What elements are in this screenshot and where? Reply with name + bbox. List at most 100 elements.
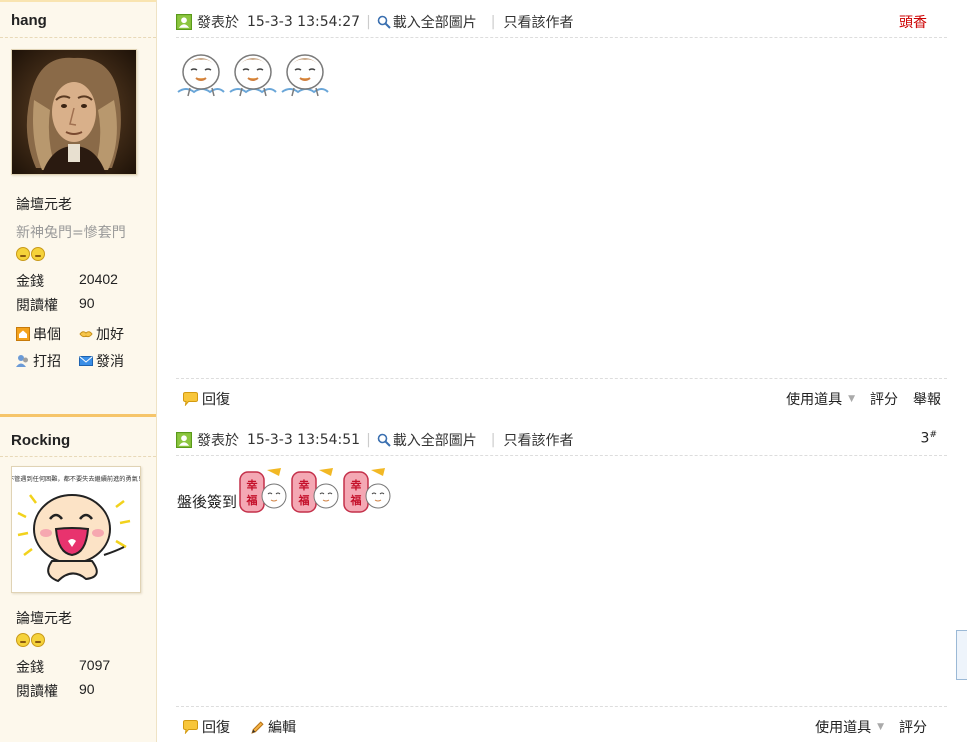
only-author-link[interactable]: 只看該作者 [504,12,574,32]
magnifier-icon [377,433,391,447]
medal-icons [16,633,45,647]
avatar[interactable] [11,49,137,175]
only-author-link[interactable]: 只看該作者 [504,430,574,450]
fortune-bird-emoticon-image: 幸 福 [239,468,287,513]
speech-bubble-icon [183,720,198,734]
avatar-portrait-image [12,50,136,174]
stat-value-money: 20402 [79,271,118,287]
floor-label[interactable]: 頭香 [899,12,927,32]
add-friend-label: 加好 [96,327,124,343]
post-1: hang 論壇元老 新神兔門=慘套門 金錢 20402 閱讀權 90 串個 加好… [0,0,967,414]
fortune-emoticons: 幸 福 幸 福 幸 福 [237,464,391,516]
caret-down-icon: ▼ [877,722,884,732]
home-label: 串個 [33,327,61,343]
floor-label[interactable]: 3# [921,430,937,447]
smiley-medal-icon [31,247,45,261]
smiley-medal-icon [16,247,30,261]
post-body-text: 盤後簽到 [177,493,238,511]
stat-label-money: 金錢 [16,660,44,676]
post-top-border [0,414,156,417]
user-custom-title: 新神兔門=慘套門 [16,225,126,241]
edit-button[interactable]: 編輯 [250,717,296,737]
stat-label-read-perm: 閱讀權 [16,684,58,700]
divider [176,706,947,707]
use-tools-label: 使用道具 [786,392,843,408]
posted-prefix: 發表於 [197,15,239,31]
fortune-char-2: 福 [298,493,310,507]
reply-button[interactable]: 回復 [182,389,230,409]
message-label: 發消 [96,354,124,370]
fortune-bird-emoticon-image: 幸 福 [291,468,339,513]
stat-label-money: 金錢 [16,274,44,290]
home-link[interactable]: 串個 [16,324,61,344]
smiley-medal-icon [16,633,30,647]
user-rank: 論壇元老 [16,611,72,627]
smiley-medal-icon [31,633,45,647]
divider [176,37,947,38]
user-online-icon [176,432,192,448]
load-images-link[interactable]: 載入全部圖片 [377,12,477,32]
user-online-icon [176,14,192,30]
reply-label: 回復 [202,720,230,736]
fortune-char-2: 福 [350,493,362,507]
back-to-top-tab[interactable] [956,630,967,680]
report-button[interactable]: 舉報 [913,389,941,409]
magnifier-icon [377,15,391,29]
stat-value-money: 7097 [79,657,111,673]
post-footer-right: 使用道具 ▼ 評分 舉報 [786,389,941,409]
envelope-icon [79,356,93,366]
avatar-caption: 不管遇到任何困難，都不要失去繼續前進的勇氣！ [12,475,140,483]
handshake-icon [79,331,93,338]
meta-separator: | [366,14,371,30]
author-sidebar: hang 論壇元老 新神兔門=慘套門 金錢 20402 閱讀權 90 串個 加好… [0,0,157,414]
medal-icons [16,247,45,261]
meta-separator: | [490,14,496,30]
divider [176,378,947,379]
add-friend-link[interactable]: 加好 [79,324,124,344]
post-content: 發表於 15-3-3 13:54:51 | 載入全部圖片 | 只看該作者 3# … [157,414,967,742]
fortune-char-1: 幸 [351,478,362,492]
floor-suffix: # [929,430,937,440]
fortune-char-1: 幸 [247,478,258,492]
reply-label: 回復 [202,392,230,408]
post-emoticons [176,48,330,100]
rate-button[interactable]: 評分 [870,389,898,409]
avatar[interactable]: 不管遇到任何困難，都不要失去繼續前進的勇氣！ [11,466,141,593]
speech-bubble-icon [183,392,198,406]
fortune-char-1: 幸 [299,478,310,492]
post-meta: 發表於 15-3-3 13:54:51 | 載入全部圖片 | 只看該作者 [176,430,574,450]
post-datetime: 15-3-3 13:54:51 [247,432,361,448]
rate-button[interactable]: 評分 [899,717,927,737]
post-content: 發表於 15-3-3 13:54:27 | 載入全部圖片 | 只看該作者 頭香 [157,0,967,414]
use-tools-label: 使用道具 [815,720,872,736]
reply-button[interactable]: 回復 [182,717,230,737]
message-link[interactable]: 發消 [79,351,124,371]
stat-value-read-perm: 90 [79,681,95,697]
caret-down-icon: ▼ [848,394,855,404]
use-tools-menu[interactable]: 使用道具 ▼ [815,717,884,737]
author-name[interactable]: hang [11,12,47,29]
bird-emoticon-image [229,54,277,97]
user-rank: 論壇元老 [16,197,72,213]
fortune-char-2: 福 [246,493,258,507]
edit-label: 編輯 [268,720,296,736]
post-footer-right: 使用道具 ▼ 評分 [815,717,927,737]
bird-emoticon-image [281,54,329,97]
use-tools-menu[interactable]: 使用道具 ▼ [786,389,855,409]
author-name[interactable]: Rocking [11,432,70,449]
post-meta: 發表於 15-3-3 13:54:27 | 載入全部圖片 | 只看該作者 [176,12,574,32]
load-images-link[interactable]: 載入全部圖片 [377,430,477,450]
pencil-icon [251,720,264,734]
post-top-border [0,0,156,2]
load-images-label: 載入全部圖片 [392,15,477,31]
divider [0,456,156,457]
meta-separator: | [366,432,371,448]
home-icon [16,327,30,341]
post-footer-left: 回復 [182,389,230,409]
poke-link[interactable]: 打招 [16,351,61,371]
author-sidebar: Rocking 不管遇到任何困難，都不要失去繼續前進的勇氣！ 論壇元老 金錢 7… [0,414,157,742]
fortune-bird-emoticon-image: 幸 福 [343,468,391,513]
divider [176,455,947,456]
post-2: Rocking 不管遇到任何困難，都不要失去繼續前進的勇氣！ 論壇元老 金錢 7… [0,414,967,742]
post-body: 盤後簽到 幸 福 幸 福 幸 福 [177,464,391,516]
